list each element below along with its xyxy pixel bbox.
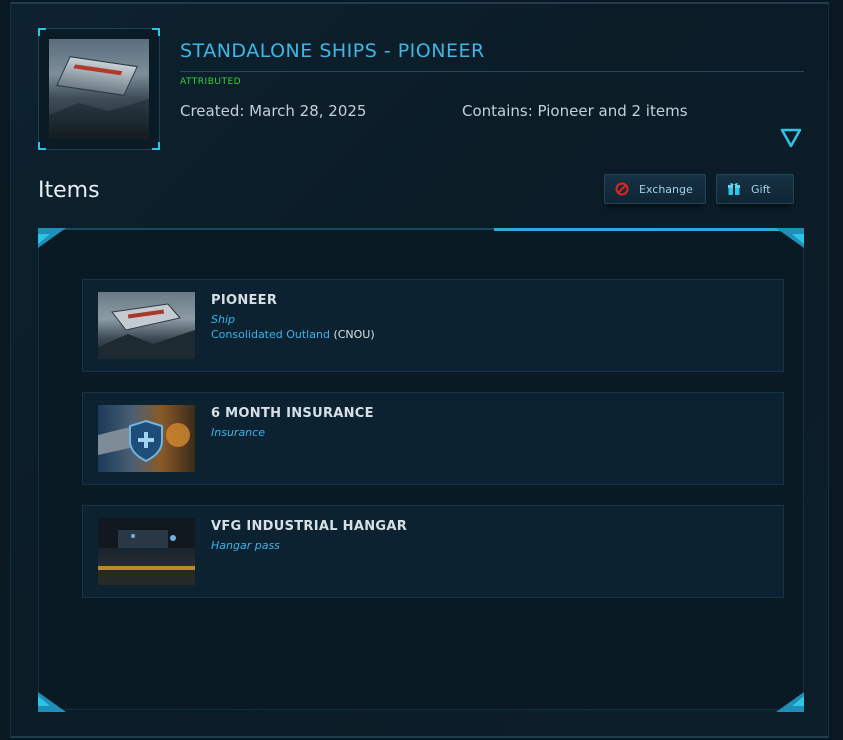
thumb-corner (38, 142, 46, 150)
item-type: Insurance (211, 426, 265, 439)
pioneer-ship-image (49, 39, 149, 139)
gift-button[interactable]: Gift (716, 174, 794, 204)
panel-corner-bottom-left (38, 692, 66, 712)
item-card-pioneer: PIONEER Ship Consolidated Outland (CNOU) (82, 279, 784, 372)
item-name: PIONEER (211, 293, 278, 308)
exchange-button[interactable]: Exchange (604, 174, 706, 204)
created-date: Created: March 28, 2025 (180, 102, 367, 120)
manufacturer-code: CNOU (337, 328, 371, 341)
item-type: Ship (211, 313, 235, 326)
exchange-label: Exchange (639, 182, 693, 196)
manufacturer-name: Consolidated Outland (211, 328, 330, 341)
gift-label: Gift (751, 182, 771, 196)
item-type: Hangar pass (211, 539, 280, 552)
pledge-thumbnail (38, 28, 160, 150)
item-name: VFG INDUSTRIAL HANGAR (211, 519, 408, 534)
pledge-title: STANDALONE SHIPS - PIONEER (180, 40, 485, 62)
hangar-thumbnail (98, 518, 195, 585)
panel-corner-bottom-right (776, 692, 804, 712)
item-card-hangar: VFG INDUSTRIAL HANGAR Hangar pass (82, 505, 784, 598)
title-divider (180, 71, 804, 72)
item-manufacturer: Consolidated Outland (CNOU) (211, 328, 375, 341)
contains-summary: Contains: Pioneer and 2 items (462, 102, 688, 120)
chevron-down-icon[interactable] (780, 128, 802, 148)
panel-corner-top-left (38, 228, 66, 248)
thumb-corner (38, 28, 46, 36)
panel-top-accent (494, 228, 804, 231)
gift-box-icon (727, 182, 741, 196)
item-card-insurance: 6 MONTH INSURANCE Insurance (82, 392, 784, 485)
panel-corner-top-right (776, 228, 804, 248)
thumb-corner (152, 142, 160, 150)
items-heading: Items (38, 178, 100, 203)
item-name: 6 MONTH INSURANCE (211, 406, 374, 421)
no-entry-icon (615, 182, 629, 196)
thumb-corner (152, 28, 160, 36)
manufacturer-code-close: ) (370, 328, 375, 341)
pioneer-thumbnail (98, 292, 195, 359)
insurance-thumbnail (98, 405, 195, 472)
status-badge: ATTRIBUTED (180, 77, 242, 87)
